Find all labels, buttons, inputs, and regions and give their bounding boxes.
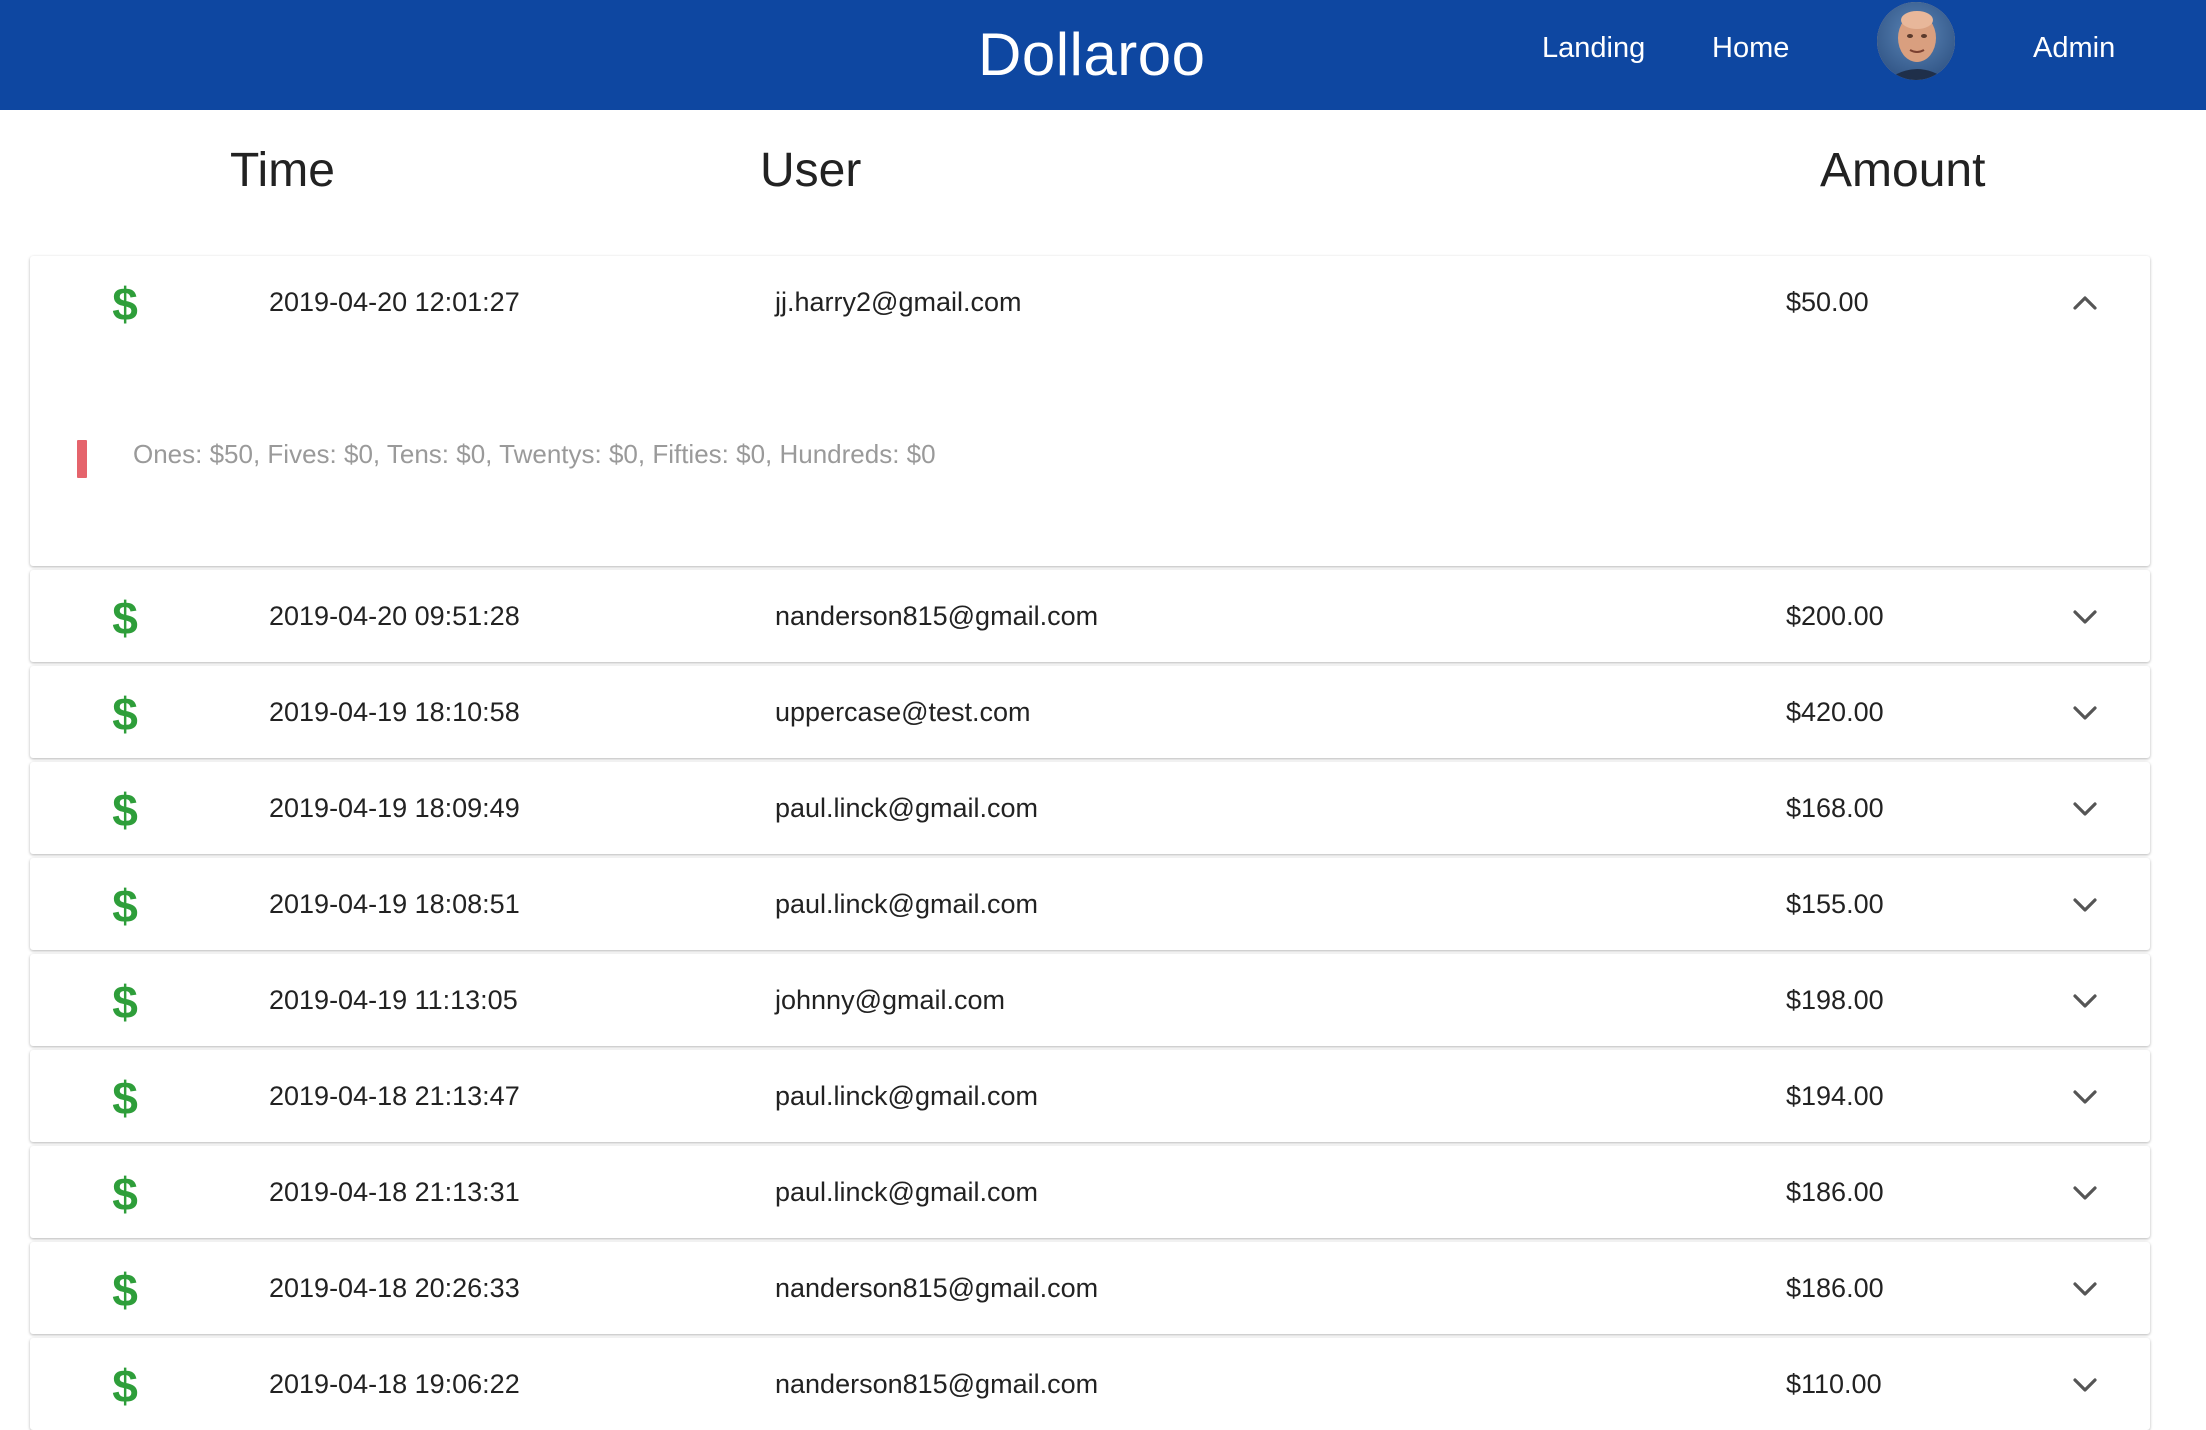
- transaction-row[interactable]: $2019-04-18 20:26:33 nanderson815@gmail.c…: [30, 1242, 2150, 1334]
- transaction-amount: $420.00: [1786, 697, 1884, 727]
- user-avatar[interactable]: [1877, 2, 1955, 80]
- transaction-amount: $110.00: [1786, 1369, 1882, 1399]
- transaction-user: paul.linck@gmail.com: [775, 1177, 1038, 1207]
- dollar-icon: $: [112, 592, 138, 644]
- transaction-user: nanderson815@gmail.com: [775, 1273, 1099, 1303]
- chevron-down-icon[interactable]: [2070, 986, 2100, 1016]
- dollar-icon: $: [112, 1072, 138, 1124]
- transaction-row[interactable]: $2019-04-20 09:51:28 nanderson815@gmail.c…: [30, 570, 2150, 662]
- chevron-down-icon[interactable]: [2070, 1274, 2100, 1304]
- dollar-icon: $: [112, 880, 138, 932]
- transaction-time: 2019-04-18 21:13:31: [269, 1177, 520, 1207]
- dollar-icon: $: [112, 976, 138, 1028]
- transaction-amount: $186.00: [1786, 1273, 1884, 1303]
- transaction-user: nanderson815@gmail.com: [775, 601, 1099, 631]
- transaction-amount: $200.00: [1786, 601, 1884, 631]
- chevron-down-icon[interactable]: [2070, 1082, 2100, 1112]
- transaction-amount: $155.00: [1786, 889, 1884, 919]
- transaction-amount: $194.00: [1786, 1081, 1884, 1111]
- column-header-user: User: [760, 144, 862, 197]
- dollar-icon: $: [112, 784, 138, 836]
- transaction-time: 2019-04-18 19:06:22: [269, 1369, 520, 1399]
- dollar-icon: $: [112, 688, 138, 740]
- avatar-photo: [1877, 2, 1955, 80]
- brand-title[interactable]: Dollaroo: [978, 10, 1218, 100]
- column-header-amount: Amount: [1820, 144, 1986, 197]
- transaction-row[interactable]: $2019-04-19 18:08:51 paul.linck@gmail.com…: [30, 858, 2150, 950]
- dollar-icon: $: [112, 1168, 138, 1220]
- nav-link-admin[interactable]: Admin: [2033, 28, 2115, 68]
- chevron-down-icon[interactable]: [2070, 794, 2100, 824]
- chevron-down-icon[interactable]: [2070, 1178, 2100, 1208]
- transaction-time: 2019-04-18 20:26:33: [269, 1273, 520, 1303]
- detail-accent-bar: [77, 440, 87, 478]
- denomination-breakdown: Ones: $50, Fives: $0, Tens: $0, Twentys:…: [133, 439, 936, 469]
- transaction-user: uppercase@test.com: [775, 697, 1031, 727]
- transaction-time: 2019-04-18 21:13:47: [269, 1081, 520, 1111]
- transaction-user: nanderson815@gmail.com: [775, 1369, 1099, 1399]
- column-header-time: Time: [230, 144, 335, 197]
- transaction-row[interactable]: $2019-04-19 11:13:05 johnny@gmail.com $198…: [30, 954, 2150, 1046]
- chevron-down-icon[interactable]: [2070, 890, 2100, 920]
- transaction-amount: $186.00: [1786, 1177, 1884, 1207]
- transaction-amount: $198.00: [1786, 985, 1884, 1015]
- dollar-icon: $: [112, 1360, 138, 1412]
- transaction-user: johnny@gmail.com: [775, 985, 1006, 1015]
- transaction-time: 2019-04-19 18:09:49: [269, 793, 520, 823]
- transaction-row[interactable]: $2019-04-20 12:01:27 jj.harry2@gmail.com $…: [30, 256, 2150, 566]
- transaction-row[interactable]: $2019-04-19 18:09:49 paul.linck@gmail.com…: [30, 762, 2150, 854]
- transaction-amount: $168.00: [1786, 793, 1884, 823]
- transaction-time: 2019-04-19 18:10:58: [269, 697, 520, 727]
- transaction-time: 2019-04-20 09:51:28: [269, 601, 520, 631]
- transaction-row[interactable]: $2019-04-18 21:13:47 paul.linck@gmail.com…: [30, 1050, 2150, 1142]
- transaction-user: paul.linck@gmail.com: [775, 889, 1038, 919]
- transaction-user: paul.linck@gmail.com: [775, 793, 1038, 823]
- nav-link-landing[interactable]: Landing: [1542, 28, 1645, 68]
- dollar-icon: $: [112, 1264, 138, 1316]
- transaction-row[interactable]: $2019-04-19 18:10:58 uppercase@test.com $4…: [30, 666, 2150, 758]
- top-navbar: Dollaroo Landing Home Admin: [0, 0, 2206, 110]
- transaction-time: 2019-04-20 12:01:27: [269, 287, 520, 317]
- chevron-down-icon[interactable]: [2070, 698, 2100, 728]
- transaction-amount: $50.00: [1786, 287, 1869, 317]
- dollar-icon: $: [112, 278, 138, 330]
- chevron-down-icon[interactable]: [2070, 602, 2100, 632]
- chevron-up-icon[interactable]: [2070, 288, 2100, 318]
- transaction-time: 2019-04-19 18:08:51: [269, 889, 520, 919]
- transaction-row[interactable]: $2019-04-18 19:06:22 nanderson815@gmail.c…: [30, 1338, 2150, 1430]
- chevron-down-icon[interactable]: [2070, 1370, 2100, 1400]
- transaction-time: 2019-04-19 11:13:05: [269, 985, 518, 1015]
- nav-link-home[interactable]: Home: [1712, 28, 1789, 68]
- transaction-user: jj.harry2@gmail.com: [775, 287, 1022, 317]
- transaction-user: paul.linck@gmail.com: [775, 1081, 1038, 1111]
- transaction-row[interactable]: $2019-04-18 21:13:31 paul.linck@gmail.com…: [30, 1146, 2150, 1238]
